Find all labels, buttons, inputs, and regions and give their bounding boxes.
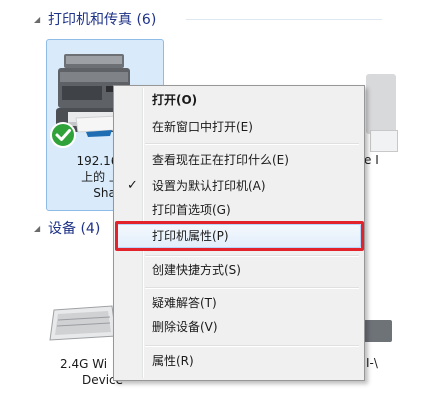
menu-separator [145,255,359,257]
menu-item-open[interactable]: 打开(O) [152,89,197,111]
menu-item-set-default-printer[interactable]: 设置为默认打印机(A) [152,175,266,197]
menu-separator [145,287,359,289]
keyboard-icon [49,305,117,341]
device-tile-partial[interactable] [364,320,392,342]
printer-partial-caption: e I [364,153,379,167]
checkmark-icon: ✓ [127,178,138,193]
menu-separator [145,143,359,145]
printers-group-title: 打印机和传真 (6) [48,12,157,28]
devices-group-header[interactable]: ◢ 设备 (4) [34,219,100,237]
collapse-arrow-icon[interactable]: ◢ [34,15,46,24]
printers-group-header[interactable]: ◢ 打印机和传真 (6) [34,10,156,28]
collapse-arrow-icon[interactable]: ◢ [34,224,46,233]
menu-item-see-whats-printing[interactable]: 查看现在正在打印什么(E) [152,149,289,171]
menu-item-troubleshoot[interactable]: 疑难解答(T) [152,292,217,314]
menu-item-properties[interactable]: 属性(R) [152,350,194,372]
device-partial-caption: I-\ [366,356,378,370]
menu-item-remove-device[interactable]: 删除设备(V) [152,316,218,338]
annotation-highlight-box [115,221,364,251]
menu-item-create-shortcut[interactable]: 创建快捷方式(S) [152,259,241,281]
menu-item-printing-preferences[interactable]: 打印首选项(G) [152,199,231,221]
menu-item-open-new-window[interactable]: 在新窗口中打开(E) [152,116,253,138]
devices-group-title: 设备 (4) [48,221,101,237]
device-caption-line1: 2.4G Wi [60,357,108,371]
group-divider [186,19,382,20]
menu-separator [145,345,359,347]
